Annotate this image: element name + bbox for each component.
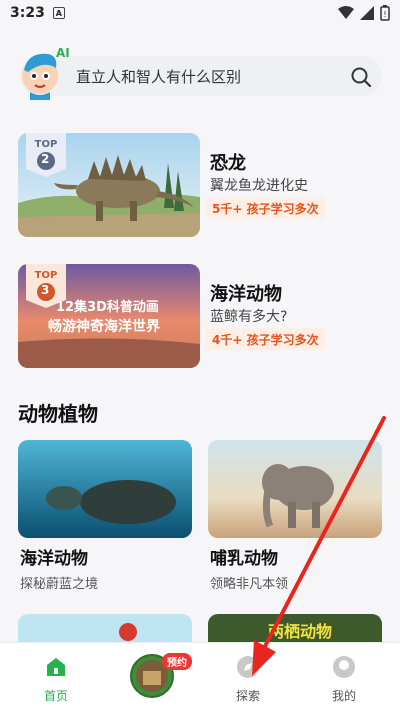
featured-subtitle: 翼龙鱼龙进化史	[210, 178, 308, 194]
category-card-partial-left[interactable]	[18, 614, 192, 642]
svg-text:!: !	[383, 10, 386, 19]
sea-turtle-image	[18, 440, 192, 538]
nav-home[interactable]: 首页	[16, 655, 96, 704]
category-card-mammal[interactable]: 哺乳动物 领略非凡本领	[208, 440, 382, 592]
category-thumb	[208, 440, 382, 538]
bird-image	[18, 614, 192, 642]
section-title: 动物植物	[18, 402, 98, 426]
compass-icon	[237, 656, 259, 678]
category-title: 海洋动物	[20, 549, 88, 569]
home-icon	[47, 658, 65, 676]
category-thumb	[18, 440, 192, 538]
category-subtitle: 探秘蔚蓝之境	[20, 577, 99, 592]
featured-card-ocean[interactable]: 12集3D科普动画 畅游神奇海洋世界 TOP 3 海洋动物 蓝鲸有多大? 4千+…	[18, 264, 382, 368]
svg-text:TOP: TOP	[35, 139, 58, 150]
category-card-amphibian[interactable]: 两栖动物	[208, 614, 382, 642]
mascot-avatar[interactable]: AI	[18, 44, 74, 100]
nav-explore[interactable]: 探索	[208, 655, 288, 704]
ai-badge: AI	[56, 46, 70, 60]
category-subtitle: 领略非凡本领	[210, 577, 289, 592]
learner-count-tag: 5千+ 孩子学习多次	[206, 197, 325, 219]
status-icons: !	[338, 5, 390, 21]
top-rank-number: 2	[41, 152, 50, 166]
thumb-caption-line2: 畅游神奇海洋世界	[48, 319, 160, 335]
top-rank-number: 3	[41, 283, 50, 297]
signal-icon	[360, 6, 374, 20]
nav-explore-label: 探索	[235, 689, 260, 703]
thumb-caption: 两栖动物	[268, 622, 333, 641]
search-icon[interactable]	[350, 66, 372, 88]
featured-card-dinosaur[interactable]: TOP 2 恐龙 翼龙鱼龙进化史 5千+ 孩子学习多次	[18, 133, 382, 237]
bottom-nav: 首页 预约 探索 我的	[0, 642, 400, 710]
featured-title: 恐龙	[210, 153, 246, 174]
category-thumb	[18, 614, 192, 642]
wifi-icon	[338, 6, 354, 19]
nav-mine[interactable]: 我的	[304, 655, 384, 704]
search-input[interactable]: 直立人和智人有什么区别	[76, 66, 241, 87]
status-bar: 3:23 A !	[0, 0, 400, 26]
notification-a-icon: A	[52, 7, 65, 19]
nav-center[interactable]: 预约	[112, 653, 192, 703]
category-title: 哺乳动物	[210, 549, 278, 569]
reservation-badge: 预约	[162, 653, 192, 670]
svg-text:TOP: TOP	[35, 270, 58, 281]
profile-icon	[333, 656, 355, 678]
category-thumb: 两栖动物	[208, 614, 382, 642]
featured-subtitle: 蓝鲸有多大?	[210, 309, 288, 325]
status-time: 3:23	[10, 5, 45, 21]
nav-mine-label: 我的	[331, 689, 356, 703]
elephant-image	[208, 440, 382, 538]
category-card-ocean[interactable]: 海洋动物 探秘蔚蓝之境	[18, 440, 192, 592]
featured-title: 海洋动物	[210, 284, 282, 305]
thumb-caption-line1: 12集3D科普动画	[56, 300, 159, 315]
battery-icon: !	[380, 5, 390, 21]
learner-count-tag: 4千+ 孩子学习多次	[206, 328, 325, 350]
nav-home-label: 首页	[43, 689, 68, 703]
